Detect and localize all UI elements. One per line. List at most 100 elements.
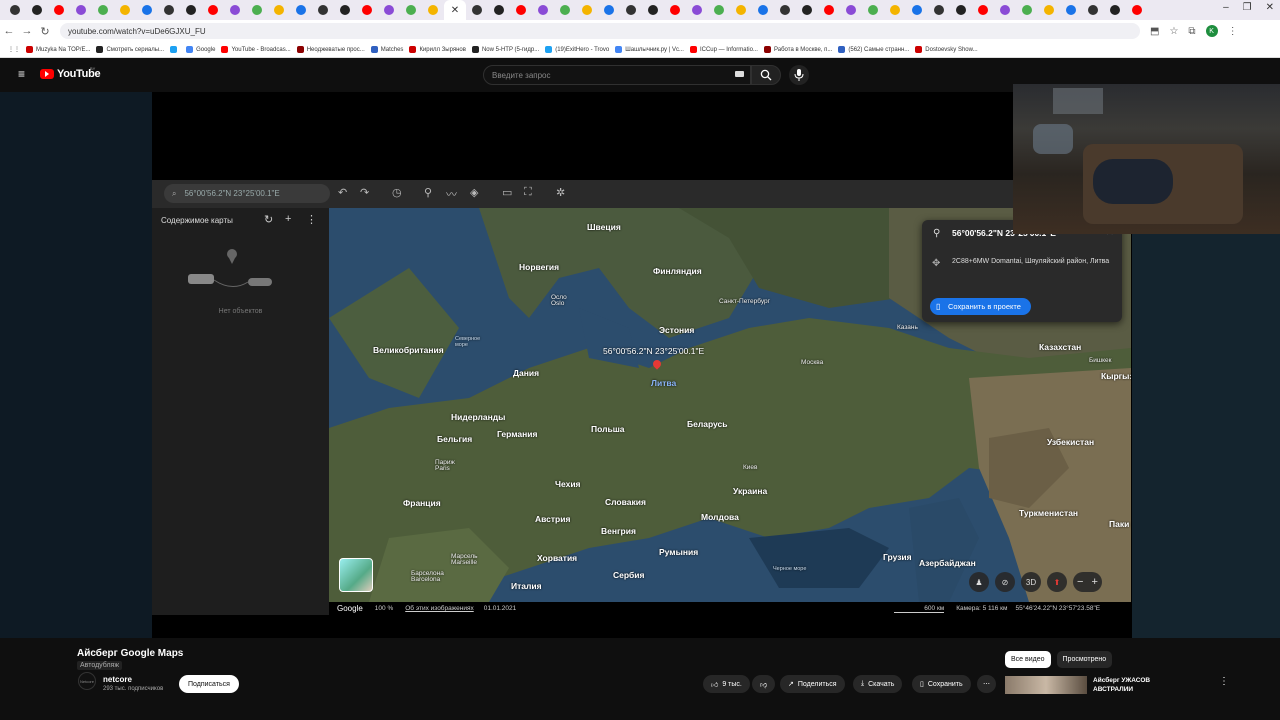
reload-icon[interactable]: ↻: [36, 25, 54, 38]
search-button[interactable]: [751, 65, 781, 85]
draw-path-icon[interactable]: 〰: [446, 186, 457, 202]
recommended-title[interactable]: Айсберг УЖАСОВ АВСТРАЛИИ: [1093, 676, 1163, 694]
browser-tab[interactable]: [862, 0, 884, 20]
voice-search-button[interactable]: [789, 65, 809, 85]
browser-tab[interactable]: [224, 0, 246, 20]
recommended-thumbnail[interactable]: [1005, 676, 1087, 694]
browser-tab[interactable]: [26, 0, 48, 20]
close-tab-icon[interactable]: ✕: [451, 5, 459, 16]
browser-tab[interactable]: [422, 0, 444, 20]
browser-tab[interactable]: [334, 0, 356, 20]
about-imagery-link[interactable]: Об этих изображениях: [405, 605, 473, 612]
redo-icon[interactable]: ↷: [360, 186, 369, 199]
earth-search-input[interactable]: ⌕ 56°00'56.2"N 23°25'00.1"E: [164, 184, 330, 203]
bookmark-item[interactable]: Шашлычник.ру | Vc...: [615, 46, 684, 53]
browser-tab[interactable]: [356, 0, 378, 20]
bookmark-item[interactable]: Now 5-HTP (5-гидр...: [471, 46, 539, 53]
measure-icon[interactable]: ▭: [502, 186, 512, 199]
browser-tab[interactable]: [1016, 0, 1038, 20]
refresh-icon[interactable]: ↻: [264, 213, 273, 226]
more-vert-icon[interactable]: ⋮: [306, 213, 317, 226]
restore-icon[interactable]: ❐: [1243, 2, 1252, 13]
browser-tab[interactable]: [950, 0, 972, 20]
browser-tab[interactable]: [158, 0, 180, 20]
browser-tab[interactable]: [510, 0, 532, 20]
browser-tab[interactable]: [92, 0, 114, 20]
video-player[interactable]: ⌕ 56°00'56.2"N 23°25'00.1"E ↶ ↷ ◷ ⚲ 〰 ◈ …: [0, 84, 1280, 638]
bookmark-item[interactable]: Неоджеватые прос...: [296, 46, 365, 53]
close-window-icon[interactable]: ✕: [1266, 2, 1274, 13]
browser-tab[interactable]: [598, 0, 620, 20]
hamburger-menu-icon[interactable]: ≡: [18, 68, 29, 80]
browser-tab[interactable]: [884, 0, 906, 20]
more-vert-icon[interactable]: ⋮: [1219, 676, 1229, 694]
browser-tab[interactable]: [1082, 0, 1104, 20]
subscribe-button[interactable]: Подписаться: [179, 675, 239, 693]
browser-tab[interactable]: [1038, 0, 1060, 20]
browser-tab[interactable]: [708, 0, 730, 20]
browser-tab[interactable]: [994, 0, 1016, 20]
browser-tab[interactable]: [180, 0, 202, 20]
browser-tab[interactable]: [136, 0, 158, 20]
menu-icon[interactable]: ⋮: [1228, 26, 1238, 37]
channel-avatar[interactable]: Netcore: [78, 672, 96, 690]
bookmark-item[interactable]: Google: [186, 46, 215, 53]
browser-tab[interactable]: [70, 0, 92, 20]
browser-tab[interactable]: [906, 0, 928, 20]
browser-tab[interactable]: [466, 0, 488, 20]
undo-icon[interactable]: ↶: [338, 186, 347, 199]
browser-tab[interactable]: [268, 0, 290, 20]
filter-chip[interactable]: Просмотрено: [1056, 651, 1113, 668]
browser-tab[interactable]: [4, 0, 26, 20]
zoom-out-button[interactable]: −: [1077, 576, 1083, 588]
browser-tab[interactable]: ✕: [444, 0, 466, 20]
bookmark-star-icon[interactable]: ☆: [1169, 26, 1178, 37]
browser-tab[interactable]: [48, 0, 70, 20]
browser-tab[interactable]: [1126, 0, 1148, 20]
browser-tab[interactable]: [554, 0, 576, 20]
youtube-logo[interactable]: YouTube BY: [40, 66, 101, 80]
browser-tab[interactable]: [246, 0, 268, 20]
browser-tab[interactable]: [730, 0, 752, 20]
recommended-video[interactable]: Айсберг УЖАСОВ АВСТРАЛИИ ⋮: [1005, 676, 1229, 694]
compass-icon[interactable]: ⬆: [1047, 572, 1067, 592]
download-button[interactable]: ⤓ Скачать: [853, 675, 903, 693]
keyboard-icon[interactable]: [735, 71, 744, 77]
add-icon[interactable]: +: [285, 213, 291, 225]
like-button[interactable]: 👍︎ 9 тыс.: [703, 675, 750, 693]
history-icon[interactable]: ◷: [392, 186, 402, 199]
browser-tab[interactable]: [752, 0, 774, 20]
bookmark-item[interactable]: YouTube - Broadcas...: [221, 46, 291, 53]
save-button[interactable]: ▯ Сохранить: [912, 675, 971, 693]
screenshot-icon[interactable]: ⛶: [524, 186, 532, 199]
toggle-3d-button[interactable]: 3D: [1021, 572, 1041, 592]
extensions-icon[interactable]: ⧉: [1188, 26, 1195, 37]
browser-tab[interactable]: [378, 0, 400, 20]
bookmark-item[interactable]: Работа в Москве, п...: [763, 46, 832, 53]
bookmark-item[interactable]: Кирилл Зырянов: [409, 46, 466, 53]
bookmark-item[interactable]: (19)ExitHero - Trovo: [545, 46, 609, 53]
bookmark-item[interactable]: ICCup — Informatio...: [689, 46, 758, 53]
browser-tab[interactable]: [818, 0, 840, 20]
bookmark-item[interactable]: [170, 46, 180, 53]
browser-tab[interactable]: [928, 0, 950, 20]
settings-satellite-icon[interactable]: ✲: [556, 186, 565, 199]
browser-tab[interactable]: [290, 0, 312, 20]
street-view-icon[interactable]: ♟: [969, 572, 989, 592]
browser-tab[interactable]: [114, 0, 136, 20]
browser-tab[interactable]: [202, 0, 224, 20]
browser-tab[interactable]: [642, 0, 664, 20]
layers-icon[interactable]: ◈: [470, 186, 478, 199]
channel-name[interactable]: netcore: [103, 675, 132, 684]
browser-tab[interactable]: [312, 0, 334, 20]
browser-tab[interactable]: [532, 0, 554, 20]
more-actions-button[interactable]: ⋯: [977, 675, 996, 693]
layers-toggle-icon[interactable]: ⊘: [995, 572, 1015, 592]
forward-icon[interactable]: →: [18, 25, 36, 37]
bookmark-item[interactable]: Matches: [370, 46, 403, 53]
save-to-project-button[interactable]: ▯ Сохранить в проекте: [930, 298, 1031, 315]
map-style-thumbnail[interactable]: [339, 558, 373, 592]
bookmark-item[interactable]: Muzyka Na TOP/E...: [26, 46, 90, 53]
apps-icon[interactable]: ⋮⋮: [8, 46, 20, 53]
browser-tab[interactable]: [774, 0, 796, 20]
